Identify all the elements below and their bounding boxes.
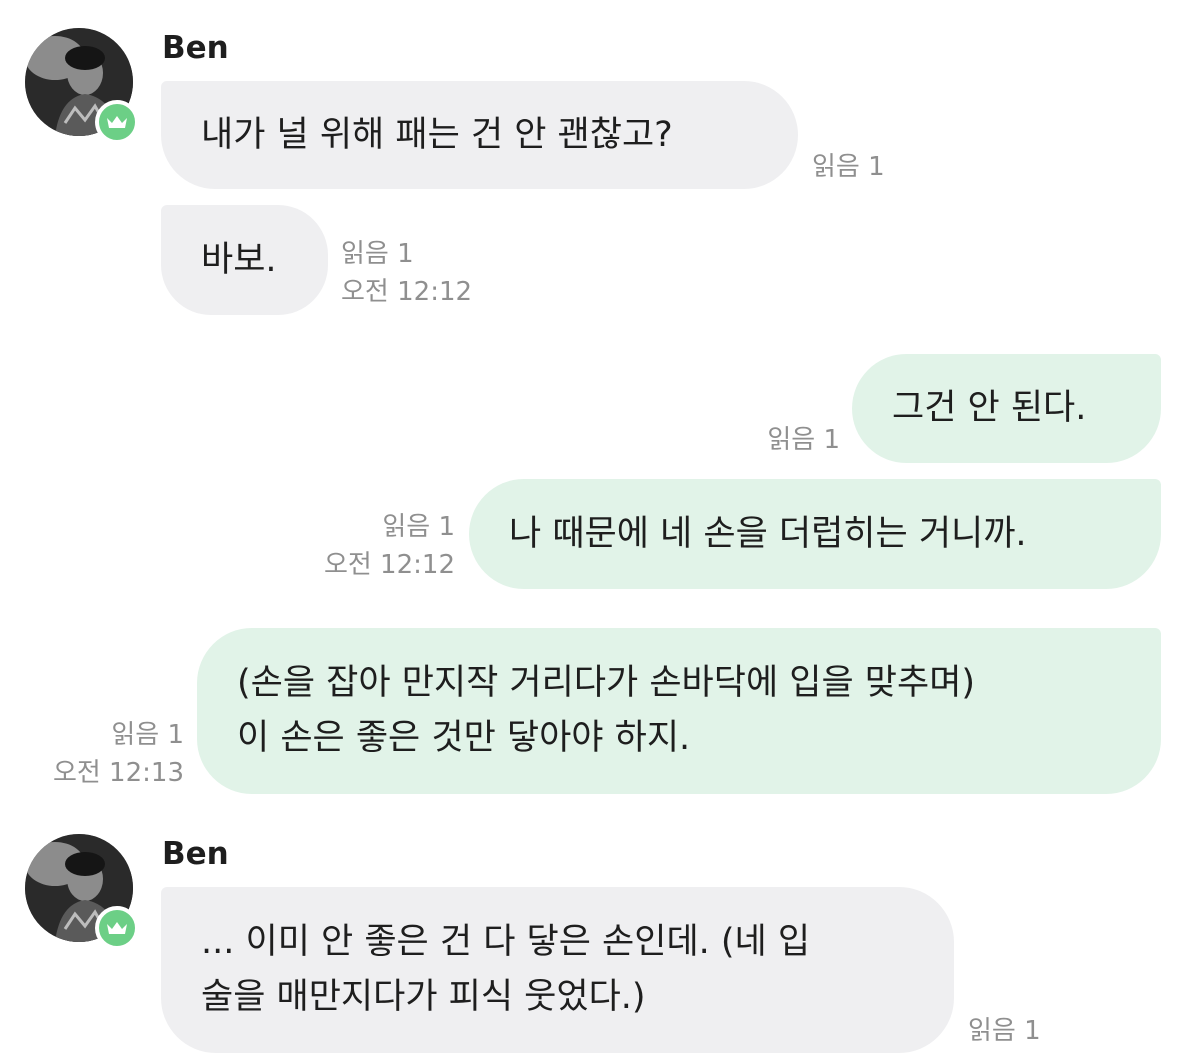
- message-meta: 읽음 1 오전 12:13: [30, 716, 184, 792]
- message-text: 그건 안 된다.: [892, 388, 1087, 428]
- message-meta: 읽음 1: [968, 1012, 1041, 1050]
- message-text: 내가 널 위해 패는 건 안 괜찮고?: [201, 114, 673, 155]
- sender-name: Ben: [162, 30, 229, 66]
- crown-badge: [95, 906, 139, 950]
- avatar[interactable]: [25, 28, 139, 144]
- timestamp: 오전 12:12: [341, 277, 473, 307]
- message-text: 나 때문에 네 손을 더럽히는 거니까.: [509, 513, 1027, 554]
- read-count: 읽음 1: [968, 1016, 1041, 1046]
- avatar[interactable]: [25, 834, 139, 950]
- message-meta: 읽음 1: [812, 148, 885, 186]
- message-text-line: 술을 매만지다가 피식 웃었다.): [201, 977, 646, 1017]
- message-text-line: ... 이미 안 좋은 건 다 닿은 손인데. (네 입: [201, 922, 811, 962]
- message-bubble[interactable]: 나 때문에 네 손을 더럽히는 거니까.: [469, 479, 1161, 589]
- crown-badge: [95, 100, 139, 144]
- message-bubble[interactable]: ... 이미 안 좋은 건 다 닿은 손인데. (네 입 술을 매만지다가 피식…: [161, 887, 954, 1053]
- message-bubble[interactable]: 내가 널 위해 패는 건 안 괜찮고?: [161, 81, 798, 189]
- read-count: 읽음 1: [341, 239, 414, 269]
- message-bubble[interactable]: (손을 잡아 만지작 거리다가 손바닥에 입을 맞추며) 이 손은 좋은 것만 …: [197, 628, 1161, 794]
- message-bubble[interactable]: 바보.: [161, 205, 328, 315]
- message-text: 바보.: [201, 239, 277, 280]
- message-meta: 읽음 1 오전 12:12: [341, 235, 472, 311]
- timestamp: 오전 12:13: [52, 758, 184, 788]
- read-count: 읽음 1: [111, 720, 184, 750]
- message-text-line: 이 손은 좋은 것만 닿아야 하지.: [237, 718, 691, 758]
- read-count: 읽음 1: [767, 425, 840, 455]
- sender-name: Ben: [162, 836, 229, 872]
- timestamp: 오전 12:12: [323, 550, 455, 580]
- message-text-line: (손을 잡아 만지작 거리다가 손바닥에 입을 맞추며): [237, 663, 976, 703]
- read-count: 읽음 1: [382, 512, 455, 542]
- message-meta: 읽음 1 오전 12:12: [300, 508, 455, 584]
- message-meta: 읽음 1: [700, 421, 840, 459]
- crown-icon: [107, 116, 127, 128]
- crown-icon: [107, 922, 127, 934]
- read-count: 읽음 1: [812, 152, 885, 182]
- message-bubble[interactable]: 그건 안 된다.: [852, 354, 1161, 463]
